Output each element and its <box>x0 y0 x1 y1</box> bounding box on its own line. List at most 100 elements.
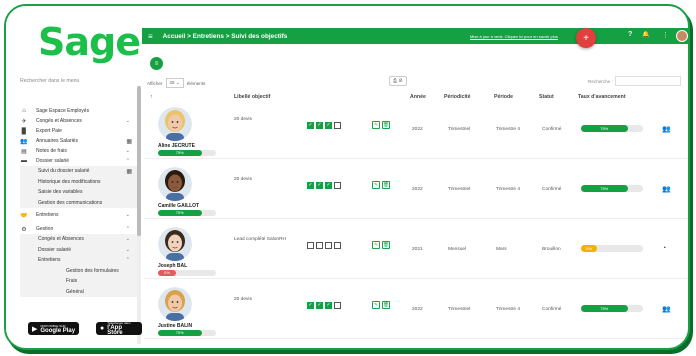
chevron-icon[interactable]: ⌄ <box>126 118 130 124</box>
edit-icon[interactable]: ✎ <box>372 181 380 189</box>
delete-icon[interactable]: 🗑 <box>382 181 390 189</box>
checkbox[interactable] <box>325 242 332 249</box>
sidebar-item[interactable]: Historique des modifications <box>38 177 140 188</box>
col-taux[interactable]: Taux d'avancement <box>578 94 626 100</box>
sidebar-item[interactable]: Saisie des variables <box>38 187 140 198</box>
checkbox[interactable]: ✓ <box>325 122 332 129</box>
sort-icon[interactable]: ↑ <box>150 94 153 100</box>
sidebar-item[interactable]: ▬ Dossier salarié ⌃ <box>20 156 140 166</box>
filter-button[interactable]: ≡ <box>150 57 163 70</box>
apple-icon: ● <box>100 325 105 332</box>
checkbox[interactable] <box>334 242 341 249</box>
add-button[interactable]: + <box>576 28 596 48</box>
people-icon[interactable]: 👥 <box>662 185 671 193</box>
checkbox[interactable] <box>307 242 314 249</box>
sidebar-item[interactable]: Congés et Absences ⌄ <box>38 234 140 245</box>
table-row[interactable]: Camille GAILLOT 75% 20 devis ✓ ✓ ✓ ✎ 🗑 202… <box>144 163 688 219</box>
help-icon[interactable]: ? <box>628 31 632 38</box>
table-row[interactable]: Aline JECRUTE 75% 20 devis ✓ ✓ ✓ ✎ 🗑 2022 … <box>144 103 688 159</box>
checkbox[interactable]: ✓ <box>316 302 323 309</box>
chevron-icon[interactable]: ⌄ <box>126 236 130 242</box>
dossier-submenu: Suivi du dossier salarié ▦ Historique des … <box>20 166 140 208</box>
table-row[interactable]: Justine BALIN 75% 20 devis ✓ ✓ ✓ ✎ 🗑 2022 … <box>144 283 688 339</box>
search-label: Recherche : <box>588 79 613 84</box>
sidebar-item[interactable]: ▉ Export Paie <box>20 126 140 136</box>
sidebar-item[interactable]: Gestion des communications <box>38 198 140 209</box>
sidebar-item[interactable]: Général <box>66 287 140 298</box>
employee-name[interactable]: Camille GAILLOT <box>158 203 199 209</box>
google-play-badge[interactable]: ▶ DISPONIBLE SUR Google Play <box>28 322 80 335</box>
checkbox[interactable]: ✓ <box>307 182 314 189</box>
chevron-icon[interactable]: ⌄ <box>126 212 130 218</box>
timer-icon[interactable]: ◔ <box>662 245 666 252</box>
sidebar-item-label: Notes de frais <box>36 148 67 154</box>
sidebar-scrollbar[interactable] <box>137 86 141 344</box>
employee-name[interactable]: Joseph BAL <box>158 263 187 269</box>
bell-icon[interactable]: 🔔 <box>642 31 649 38</box>
sidebar-item[interactable]: 👥 Annuaires Salariés ▦ <box>20 136 140 146</box>
table-row[interactable]: Joseph BAL 0% Lead complété SalonRH ✎ 🗑 … <box>144 223 688 279</box>
breadcrumb[interactable]: Accueil > Entretiens > Suivi des objecti… <box>163 33 288 40</box>
year-cell: 2022 <box>412 187 423 192</box>
checkbox[interactable]: ✓ <box>307 302 314 309</box>
employee-name[interactable]: Justine BALIN <box>158 323 192 329</box>
grid-icon[interactable]: ▦ <box>126 138 132 145</box>
sidebar-item[interactable]: Frais <box>66 276 140 287</box>
sidebar-item[interactable]: 🤝 Entretiens ⌄ <box>20 210 140 220</box>
table-search-input[interactable] <box>615 76 681 86</box>
grid-icon[interactable]: ▦ <box>126 168 132 175</box>
sidebar-item[interactable]: Dossier salarié ⌄ <box>38 245 140 256</box>
sidebar-item-label: Gestion <box>36 226 54 232</box>
hamburger-icon[interactable]: ≡ <box>148 32 153 41</box>
col-libelle[interactable]: Libellé objectif <box>234 94 270 100</box>
sidebar-item[interactable]: Gestion des formulaires <box>66 266 140 277</box>
chevron-icon[interactable]: ⌄ <box>126 148 130 154</box>
col-statut[interactable]: Statut <box>539 94 554 100</box>
checkbox[interactable] <box>334 302 341 309</box>
checkbox[interactable] <box>334 182 341 189</box>
col-periode[interactable]: Période <box>494 94 513 100</box>
delete-icon[interactable]: 🗑 <box>382 121 390 129</box>
col-periodicite[interactable]: Périodicité <box>444 94 471 100</box>
sidebar-item[interactable]: ⚙ Gestion ⌃ <box>20 224 140 234</box>
entries-select[interactable]: 25 ⌄ <box>165 78 184 88</box>
edit-icon[interactable]: ✎ <box>372 301 380 309</box>
chevron-icon[interactable]: ⌃ <box>126 226 130 232</box>
sidebar-item[interactable]: Suivi du dossier salarié ▦ <box>38 166 140 177</box>
checkbox[interactable] <box>334 122 341 129</box>
sidebar-item-label: Sage Espace Employés <box>36 108 90 114</box>
edit-icon[interactable]: ✎ <box>372 241 380 249</box>
chevron-icon[interactable]: ⌃ <box>126 158 130 164</box>
col-annee[interactable]: Année <box>410 94 426 100</box>
delete-icon[interactable]: 🗑 <box>382 301 390 309</box>
update-notice-link[interactable]: Mise à jour à venir. Cliquez ici pour en… <box>470 34 558 39</box>
delete-icon[interactable]: 🗑 <box>382 241 390 249</box>
checkbox[interactable]: ✓ <box>325 302 332 309</box>
edit-icon[interactable]: ✎ <box>372 121 380 129</box>
sidebar-item-label: Général <box>66 288 84 295</box>
checkbox[interactable] <box>316 242 323 249</box>
chevron-icon[interactable]: ⌃ <box>126 257 130 263</box>
gear-icon: ⚙ <box>21 226 27 233</box>
sidebar-scroll-thumb[interactable] <box>137 86 141 236</box>
people-icon[interactable]: 👥 <box>662 125 671 133</box>
sidebar-item[interactable]: ⌂ Sage Espace Employés <box>20 106 140 116</box>
sidebar-item[interactable]: Entretiens ⌃ <box>38 255 140 266</box>
employee-name[interactable]: Aline JECRUTE <box>158 143 195 149</box>
people-icon[interactable]: 👥 <box>662 305 671 313</box>
entries-value: 25 <box>169 80 175 85</box>
sidebar-item[interactable]: ✈ Congés et Absences ⌄ <box>20 116 140 126</box>
more-icon[interactable]: ⋮ <box>662 31 669 39</box>
checkbox[interactable]: ✓ <box>316 182 323 189</box>
employee-avatar <box>158 167 192 201</box>
chevron-icon[interactable]: ⌄ <box>126 247 130 253</box>
checkbox[interactable]: ✓ <box>307 122 314 129</box>
checkbox[interactable]: ✓ <box>316 122 323 129</box>
app-store-badge[interactable]: ● Télécharger dans l'App Store <box>96 321 142 336</box>
menu-search-input[interactable]: Rechercher dans le menu <box>20 78 79 84</box>
table-tools[interactable]: ⎙ ⊘ <box>389 76 407 86</box>
checkbox[interactable]: ✓ <box>325 182 332 189</box>
user-avatar[interactable] <box>676 30 688 42</box>
sidebar-item[interactable]: ▤ Notes de frais ⌄ <box>20 146 140 156</box>
objective-label: 20 devis <box>234 177 252 182</box>
